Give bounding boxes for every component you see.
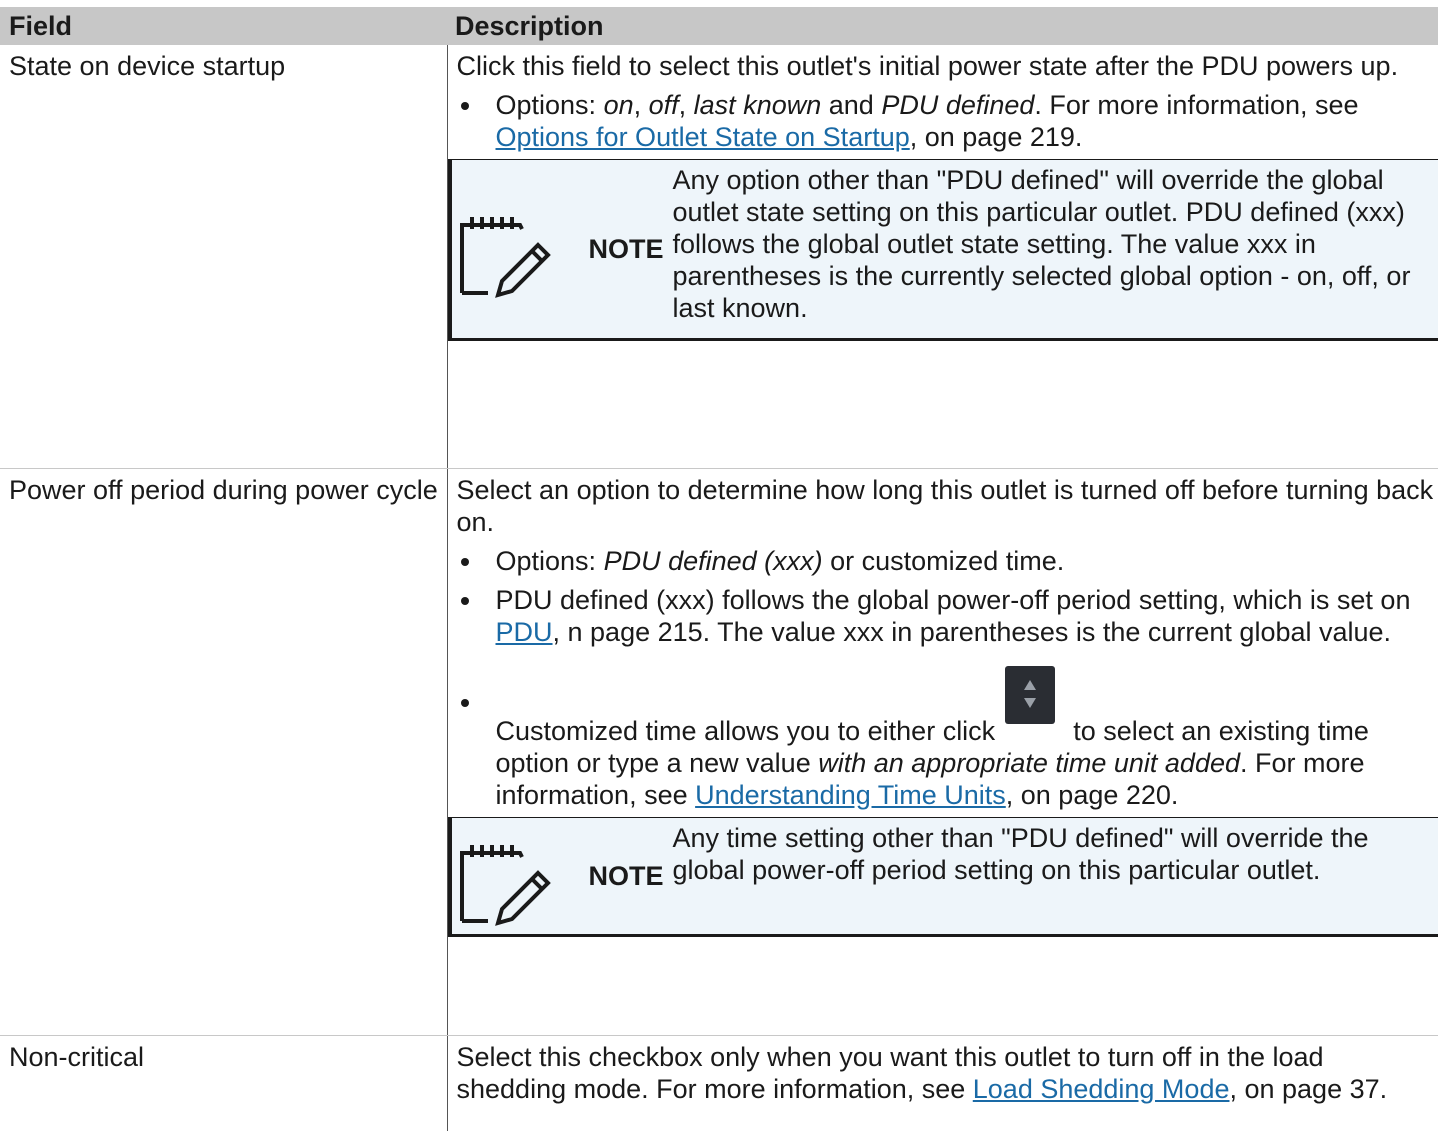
link-pdu[interactable]: PDU — [496, 617, 553, 647]
note-label: NOTE — [589, 860, 664, 892]
notepad-pencil-icon — [454, 831, 554, 938]
link-outlet-state-on-startup[interactable]: Options for Outlet State on Startup — [496, 122, 910, 152]
spinner-arrows-icon — [1005, 666, 1055, 724]
field-description: Select this checkbox only when you want … — [447, 1035, 1438, 1131]
header-field: Field — [0, 7, 447, 45]
table-header-row: Field Description — [0, 7, 1438, 45]
description-intro: Select this checkbox only when you want … — [457, 1041, 1438, 1105]
note-text: Any time setting other than "PDU defined… — [673, 818, 1438, 890]
field-name: Non-critical — [0, 1035, 447, 1131]
note-label: NOTE — [589, 233, 664, 265]
field-name: State on device startup — [0, 45, 447, 468]
table-row: Power off period during power cycle Sele… — [0, 468, 1438, 1035]
bullet-options: Options: on, off, last known and PDU def… — [457, 89, 1438, 153]
description-intro: Select an option to determine how long t… — [457, 474, 1438, 538]
note-box: NOTE Any option other than "PDU defined"… — [448, 159, 1438, 341]
bullet-pdu-defined: PDU defined (xxx) follows the global pow… — [457, 584, 1438, 648]
bullet-options: Options: PDU defined (xxx) or customized… — [457, 545, 1438, 577]
bullet-list: Options: PDU defined (xxx) or customized… — [457, 545, 1438, 811]
description-intro: Click this field to select this outlet's… — [457, 50, 1438, 82]
bullet-list: Options: on, off, last known and PDU def… — [457, 89, 1438, 153]
link-understanding-time-units[interactable]: Understanding Time Units — [695, 780, 1006, 810]
note-text: Any option other than "PDU defined" will… — [673, 160, 1438, 328]
field-name: Power off period during power cycle — [0, 468, 447, 1035]
table-row: State on device startup Click this field… — [0, 45, 1438, 468]
header-description: Description — [447, 7, 1438, 45]
field-description: Select an option to determine how long t… — [447, 468, 1438, 1035]
table-row: Non-critical Select this checkbox only w… — [0, 1035, 1438, 1131]
note-box: NOTE Any time setting other than "PDU de… — [448, 817, 1438, 937]
field-description: Click this field to select this outlet's… — [447, 45, 1438, 468]
link-load-shedding-mode[interactable]: Load Shedding Mode — [973, 1074, 1230, 1104]
bullet-customized-time: Customized time allows you to either cli… — [457, 686, 1438, 811]
notepad-pencil-icon — [454, 203, 554, 310]
field-description-table: Field Description State on device startu… — [0, 7, 1438, 1131]
